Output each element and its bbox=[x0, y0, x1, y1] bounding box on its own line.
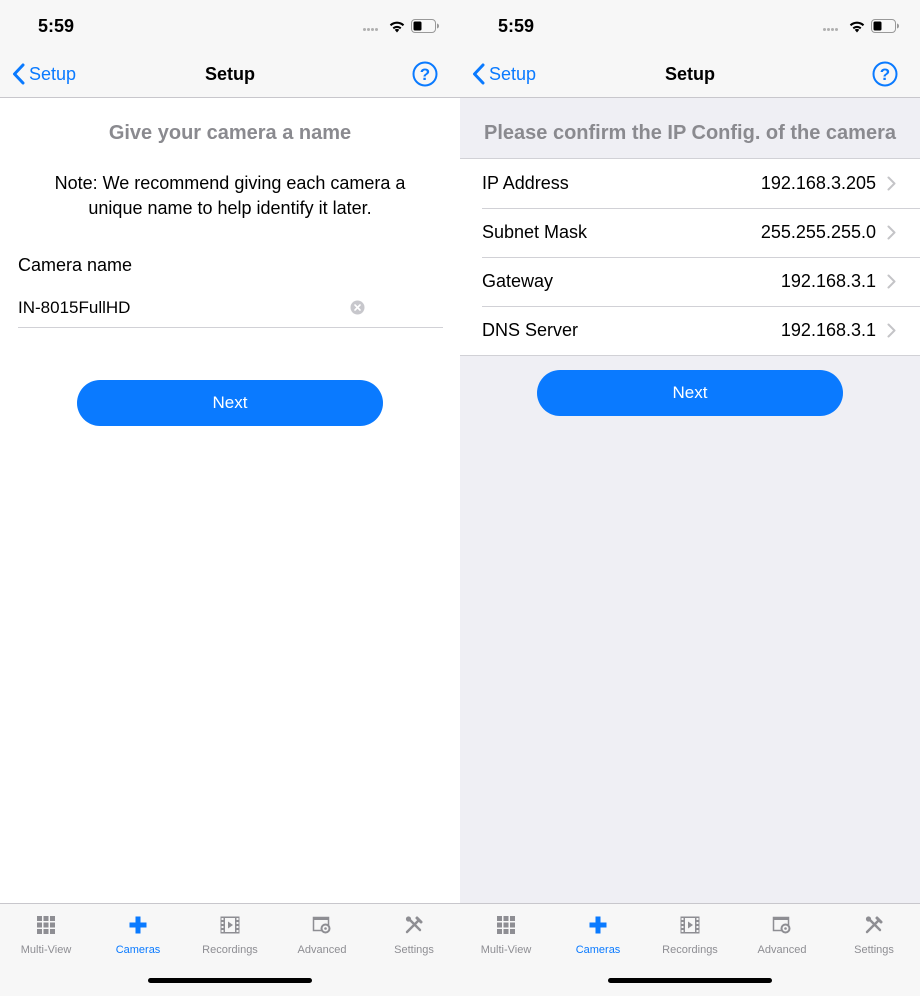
tab-advanced[interactable]: Advanced bbox=[736, 904, 828, 964]
tab-recordings[interactable]: Recordings bbox=[184, 904, 276, 964]
recommendation-note: Note: We recommend giving each camera a … bbox=[54, 173, 406, 218]
chevron-right-icon bbox=[887, 176, 896, 191]
chevron-left-icon bbox=[13, 63, 25, 85]
row-label: DNS Server bbox=[482, 320, 579, 340]
window-gear-icon bbox=[312, 916, 331, 934]
tab-label: Advanced bbox=[297, 944, 347, 956]
back-button[interactable]: Setup bbox=[12, 50, 76, 98]
back-button[interactable]: Setup bbox=[472, 50, 536, 98]
tab-advanced[interactable]: Advanced bbox=[276, 904, 368, 964]
tab-label: Settings bbox=[394, 944, 434, 956]
tools-icon bbox=[405, 916, 423, 934]
tab-label: Advanced bbox=[757, 944, 807, 956]
row-value: 192.168.3.1 bbox=[780, 271, 876, 291]
row-value: 255.255.255.0 bbox=[760, 222, 876, 242]
plus-icon bbox=[589, 916, 607, 934]
battery-icon bbox=[871, 19, 899, 33]
gateway-row[interactable]: Gateway 192.168.3.1 bbox=[460, 257, 920, 306]
signal-icon bbox=[823, 28, 843, 34]
tab-label: Multi-View bbox=[480, 944, 532, 956]
status-time: 5:59 bbox=[38, 16, 75, 36]
back-button-label: Setup bbox=[29, 63, 77, 84]
section-heading: Please confirm the IP Config. of the cam… bbox=[484, 122, 896, 144]
battery-icon bbox=[411, 19, 439, 33]
tab-cameras[interactable]: Cameras bbox=[552, 904, 644, 964]
nav-bar: Setup Setup ? bbox=[460, 50, 920, 98]
chevron-right-icon bbox=[887, 323, 896, 338]
film-icon bbox=[220, 916, 240, 934]
tab-recordings[interactable]: Recordings bbox=[644, 904, 736, 964]
row-label: Gateway bbox=[482, 271, 554, 291]
signal-icon bbox=[363, 28, 383, 34]
camera-name-screen: 5:59 Setup Setup ? Give your camera a na… bbox=[0, 0, 460, 996]
ip-config-screen: 5:59 Setup Setup ? Please confirm the IP… bbox=[460, 0, 920, 996]
svg-text:?: ? bbox=[420, 65, 430, 84]
chevron-right-icon bbox=[887, 225, 896, 240]
status-bar: 5:59 bbox=[460, 0, 920, 50]
back-button-label: Setup bbox=[489, 63, 537, 84]
status-bar: 5:59 bbox=[0, 0, 460, 50]
question-circle-icon[interactable]: ? bbox=[412, 61, 438, 87]
ip-address-row[interactable]: IP Address 192.168.3.205 bbox=[460, 159, 920, 208]
ip-config-list: IP Address 192.168.3.205 Subnet Mask 255… bbox=[460, 158, 920, 356]
chevron-left-icon bbox=[473, 63, 485, 85]
grid-icon bbox=[37, 916, 55, 934]
tab-multi-view[interactable]: Multi-View bbox=[460, 904, 552, 964]
film-icon bbox=[680, 916, 700, 934]
svg-text:?: ? bbox=[880, 65, 890, 84]
section-heading: Give your camera a name bbox=[108, 122, 352, 144]
subnet-mask-row[interactable]: Subnet Mask 255.255.255.0 bbox=[460, 208, 920, 257]
row-label: IP Address bbox=[482, 173, 569, 193]
home-indicator bbox=[608, 978, 772, 983]
chevron-right-icon bbox=[887, 274, 896, 289]
wifi-icon bbox=[389, 21, 405, 33]
question-circle-icon[interactable]: ? bbox=[872, 61, 898, 87]
tab-cameras[interactable]: Cameras bbox=[92, 904, 184, 964]
grid-icon bbox=[497, 916, 515, 934]
wifi-icon bbox=[849, 21, 865, 33]
plus-icon bbox=[129, 916, 147, 934]
tab-label: Cameras bbox=[115, 944, 161, 956]
row-label: Subnet Mask bbox=[482, 222, 588, 242]
status-time: 5:59 bbox=[498, 16, 535, 36]
dns-server-row[interactable]: DNS Server 192.168.3.1 bbox=[460, 306, 920, 355]
tab-multi-view[interactable]: Multi-View bbox=[0, 904, 92, 964]
tools-icon bbox=[865, 916, 883, 934]
home-indicator bbox=[148, 978, 312, 983]
next-button[interactable]: Next bbox=[77, 380, 383, 426]
camera-name-input[interactable] bbox=[18, 288, 443, 328]
tab-label: Settings bbox=[854, 944, 894, 956]
next-button[interactable]: Next bbox=[537, 370, 843, 416]
row-value: 192.168.3.1 bbox=[780, 320, 876, 340]
clear-input-icon[interactable] bbox=[350, 300, 365, 315]
tab-label: Recordings bbox=[202, 944, 258, 956]
tab-settings[interactable]: Settings bbox=[828, 904, 920, 964]
row-value: 192.168.3.205 bbox=[760, 173, 876, 193]
tab-label: Recordings bbox=[662, 944, 718, 956]
camera-name-label: Camera name bbox=[18, 255, 133, 275]
nav-bar: Setup Setup ? bbox=[0, 50, 460, 98]
tab-settings[interactable]: Settings bbox=[368, 904, 460, 964]
tab-label: Multi-View bbox=[20, 944, 72, 956]
tab-label: Cameras bbox=[575, 944, 621, 956]
window-gear-icon bbox=[772, 916, 791, 934]
